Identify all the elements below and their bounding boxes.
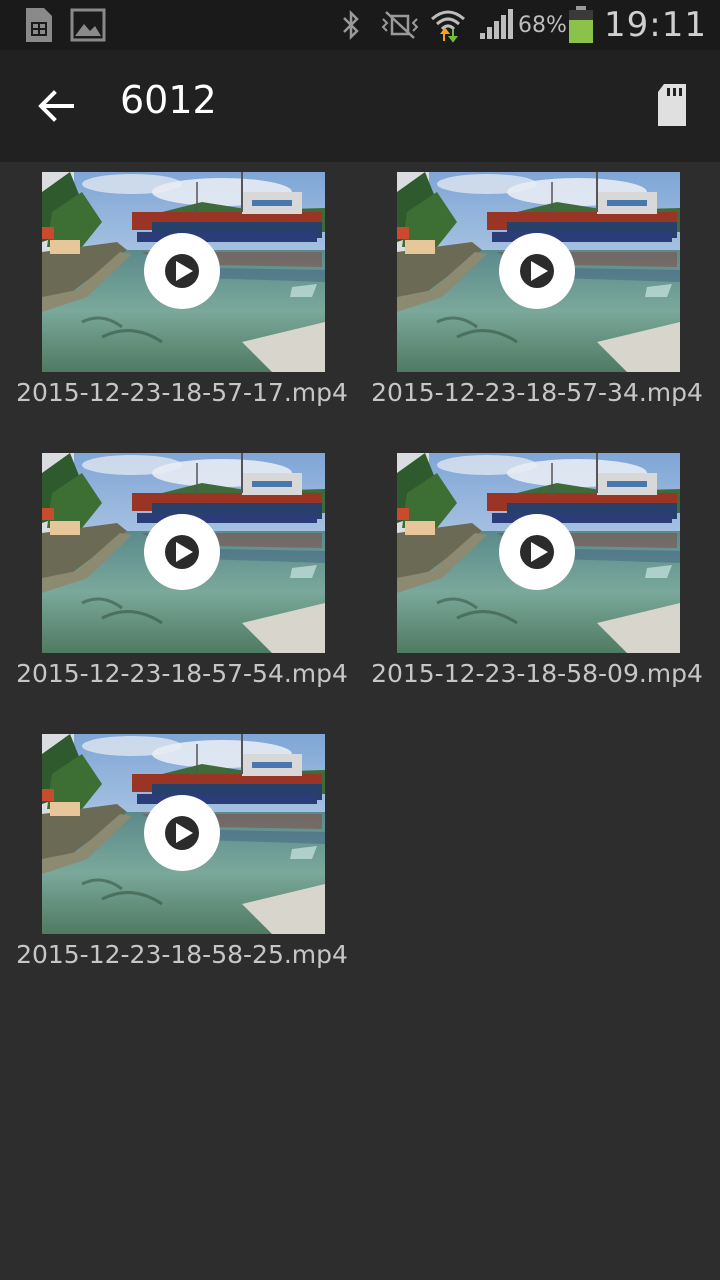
play-icon bbox=[499, 514, 575, 590]
signal-icon bbox=[478, 0, 514, 50]
play-icon bbox=[144, 233, 220, 309]
file-name: 2015-12-23-18-58-25.mp4 bbox=[16, 940, 348, 969]
file-name: 2015-12-23-18-58-09.mp4 bbox=[371, 659, 703, 688]
video-thumbnail[interactable] bbox=[397, 172, 680, 372]
video-thumbnail[interactable] bbox=[397, 453, 680, 653]
arrow-left-icon bbox=[38, 90, 74, 122]
vibrate-mute-icon bbox=[380, 0, 420, 50]
sd-card-icon bbox=[658, 84, 686, 126]
back-button[interactable] bbox=[30, 80, 82, 132]
clock: 19:11 bbox=[604, 5, 707, 45]
play-icon bbox=[144, 514, 220, 590]
battery-icon bbox=[568, 0, 594, 50]
video-thumbnail[interactable] bbox=[42, 453, 325, 653]
storage-button[interactable] bbox=[652, 80, 692, 132]
battery-percent: 68% bbox=[518, 12, 567, 38]
page-title: 6012 bbox=[120, 78, 217, 122]
file-name: 2015-12-23-18-57-54.mp4 bbox=[16, 659, 348, 688]
bluetooth-icon bbox=[340, 0, 362, 50]
file-name: 2015-12-23-18-57-34.mp4 bbox=[371, 378, 703, 407]
status-bar: 68% 19:11 bbox=[0, 0, 720, 50]
sim-card-icon bbox=[22, 0, 56, 50]
video-thumbnail[interactable] bbox=[42, 172, 325, 372]
play-icon bbox=[144, 795, 220, 871]
app-bar: 6012 bbox=[0, 50, 720, 162]
play-icon bbox=[499, 233, 575, 309]
wifi-icon bbox=[430, 0, 466, 50]
file-name: 2015-12-23-18-57-17.mp4 bbox=[16, 378, 348, 407]
video-thumbnail[interactable] bbox=[42, 734, 325, 934]
image-notification-icon bbox=[70, 0, 106, 50]
